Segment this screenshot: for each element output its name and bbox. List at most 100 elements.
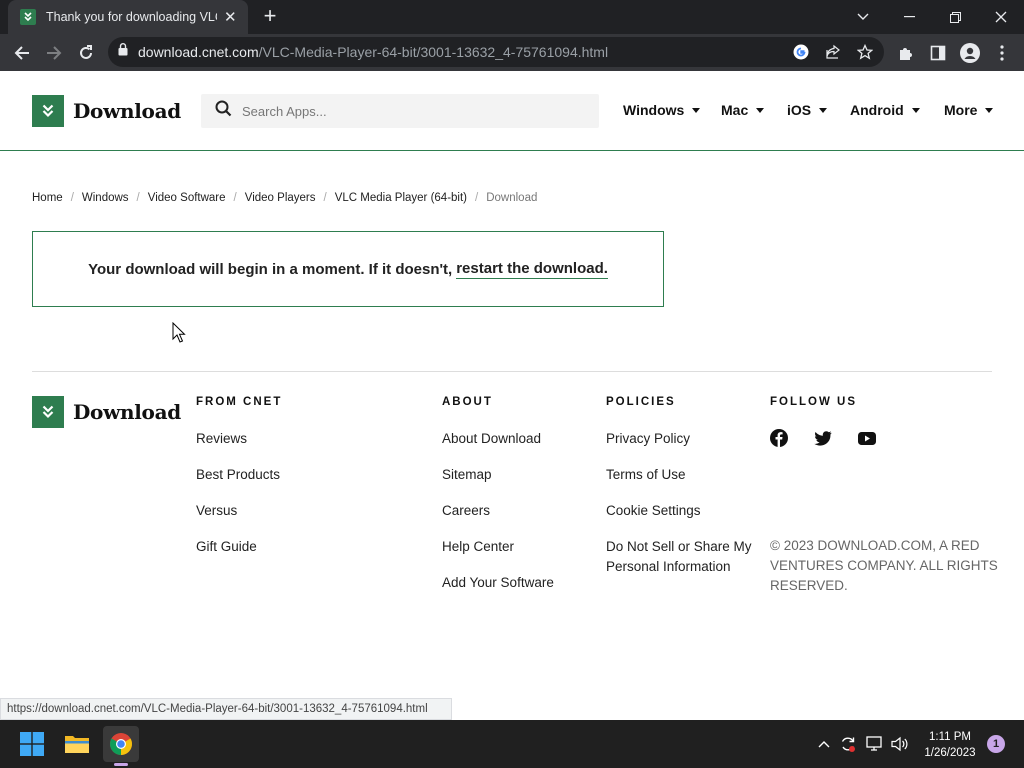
footer-column-policies: POLICIES Privacy Policy Terms of Use Coo… <box>606 396 756 593</box>
footer-link-careers[interactable]: Careers <box>442 501 554 521</box>
nav-windows[interactable]: Windows <box>623 102 701 118</box>
chrome-taskbar-icon[interactable] <box>103 726 139 766</box>
footer-link-do-not-sell[interactable]: Do Not Sell or Share My Personal Informa… <box>606 537 756 577</box>
twitter-icon[interactable] <box>814 430 832 446</box>
logo-text: Download <box>73 400 181 424</box>
download-favicon-icon <box>20 9 36 25</box>
social-links <box>770 429 902 447</box>
reload-icon[interactable] <box>73 40 99 66</box>
nav-more[interactable]: More <box>944 102 994 118</box>
network-icon[interactable] <box>865 734 885 754</box>
footer-logo[interactable]: Download <box>32 396 181 428</box>
footer-link-help-center[interactable]: Help Center <box>442 537 554 557</box>
logo-text: Download <box>73 99 181 123</box>
breadcrumb-separator: / <box>475 192 479 204</box>
volume-icon[interactable] <box>890 734 910 754</box>
footer-link-reviews[interactable]: Reviews <box>196 429 282 449</box>
sync-icon[interactable] <box>838 734 858 754</box>
breadcrumb-video-players[interactable]: Video Players <box>245 192 316 204</box>
lock-icon[interactable] <box>118 43 128 61</box>
forward-arrow-icon[interactable] <box>41 40 67 66</box>
active-app-indicator <box>114 763 128 766</box>
caret-down-icon <box>692 107 701 113</box>
site-logo[interactable]: Download <box>32 95 181 127</box>
extensions-puzzle-icon[interactable] <box>896 43 916 63</box>
footer-link-about-download[interactable]: About Download <box>442 429 554 449</box>
address-bar[interactable]: download.cnet.com/VLC-Media-Player-64-bi… <box>108 37 884 67</box>
search-input[interactable] <box>242 103 582 119</box>
footer-column-about: ABOUT About Download Sitemap Careers Hel… <box>442 396 554 609</box>
clock-time: 1:11 PM <box>929 731 971 743</box>
link-status-bar: https://download.cnet.com/VLC-Media-Play… <box>0 698 452 720</box>
footer-heading: POLICIES <box>606 396 676 408</box>
restore-button[interactable] <box>932 0 978 34</box>
footer-link-sitemap[interactable]: Sitemap <box>442 465 554 485</box>
close-tab-icon[interactable]: ✕ <box>223 8 239 26</box>
caret-down-icon <box>756 107 765 113</box>
nav-mac[interactable]: Mac <box>721 102 765 118</box>
url-host: download.cnet.com <box>138 44 259 60</box>
site-header: Download Windows Mac iOS Android More <box>0 71 1024 151</box>
breadcrumb-video-software[interactable]: Video Software <box>148 192 226 204</box>
footer-link-privacy-policy[interactable]: Privacy Policy <box>606 429 756 449</box>
minimize-button[interactable] <box>886 0 932 34</box>
share-icon[interactable] <box>824 43 842 61</box>
caret-down-icon <box>819 107 828 113</box>
footer-link-gift-guide[interactable]: Gift Guide <box>196 537 282 557</box>
bookmark-star-icon[interactable] <box>856 43 874 61</box>
breadcrumb: Home / Windows / Video Software / Video … <box>32 192 537 204</box>
download-logo-icon <box>32 396 64 428</box>
breadcrumb-home[interactable]: Home <box>32 192 63 204</box>
browser-tab[interactable]: Thank you for downloading VLC Media Play… <box>8 0 248 34</box>
download-message-box: Your download will begin in a moment. If… <box>32 231 664 307</box>
nav-ios[interactable]: iOS <box>787 102 828 118</box>
kebab-menu-icon[interactable] <box>992 43 1012 63</box>
breadcrumb-separator: / <box>323 192 327 204</box>
download-logo-icon <box>32 95 64 127</box>
facebook-icon[interactable] <box>770 429 788 447</box>
nav-label: iOS <box>787 102 812 118</box>
search-icon[interactable] <box>215 100 232 122</box>
footer-heading: FROM CNET <box>196 396 283 408</box>
file-explorer-icon[interactable] <box>59 726 95 762</box>
back-arrow-icon[interactable] <box>9 40 35 66</box>
footer-link-add-software[interactable]: Add Your Software <box>442 573 554 593</box>
footer-link-best-products[interactable]: Best Products <box>196 465 282 485</box>
footer-link-versus[interactable]: Versus <box>196 501 282 521</box>
windows-start-icon[interactable] <box>14 726 50 762</box>
new-tab-button[interactable]: + <box>258 5 282 29</box>
google-icon[interactable] <box>792 43 810 61</box>
url-path: /VLC-Media-Player-64-bit/3001-13632_4-75… <box>258 44 609 60</box>
breadcrumb-vlc[interactable]: VLC Media Player (64-bit) <box>335 192 467 204</box>
notification-badge[interactable]: 1 <box>987 735 1005 753</box>
footer-heading: FOLLOW US <box>770 396 857 408</box>
breadcrumb-separator: / <box>136 192 140 204</box>
search-bar[interactable] <box>201 94 599 128</box>
breadcrumb-windows[interactable]: Windows <box>82 192 129 204</box>
url-text[interactable]: download.cnet.com/VLC-Media-Player-64-bi… <box>138 44 608 60</box>
footer-link-cookie-settings[interactable]: Cookie Settings <box>606 501 756 521</box>
footer-column-from-cnet: FROM CNET Reviews Best Products Versus G… <box>196 396 282 573</box>
tab-search-chevron-icon[interactable] <box>840 0 886 34</box>
breadcrumb-separator: / <box>70 192 74 204</box>
taskbar-clock[interactable]: 1:11 PM 1/26/2023 <box>918 729 982 761</box>
nav-label: Mac <box>721 102 749 118</box>
nav-label: Android <box>850 102 904 118</box>
close-window-button[interactable] <box>978 0 1024 34</box>
youtube-icon[interactable] <box>858 431 876 445</box>
side-panel-icon[interactable] <box>928 43 948 63</box>
footer-link-terms-of-use[interactable]: Terms of Use <box>606 465 756 485</box>
footer-divider <box>32 371 992 372</box>
nav-label: More <box>944 102 978 118</box>
nav-android[interactable]: Android <box>850 102 920 118</box>
profile-avatar-icon[interactable] <box>960 43 980 63</box>
nav-label: Windows <box>623 102 685 118</box>
footer-column-follow-us: FOLLOW US <box>770 396 902 447</box>
browser-toolbar: download.cnet.com/VLC-Media-Player-64-bi… <box>0 34 1024 71</box>
breadcrumb-separator: / <box>233 192 237 204</box>
windows-taskbar: 1:11 PM 1/26/2023 1 <box>0 720 1024 768</box>
chevron-up-icon[interactable] <box>814 734 834 754</box>
caret-down-icon <box>911 107 920 113</box>
restart-download-link[interactable]: restart the download. <box>456 260 608 279</box>
mouse-cursor-icon <box>172 321 186 349</box>
